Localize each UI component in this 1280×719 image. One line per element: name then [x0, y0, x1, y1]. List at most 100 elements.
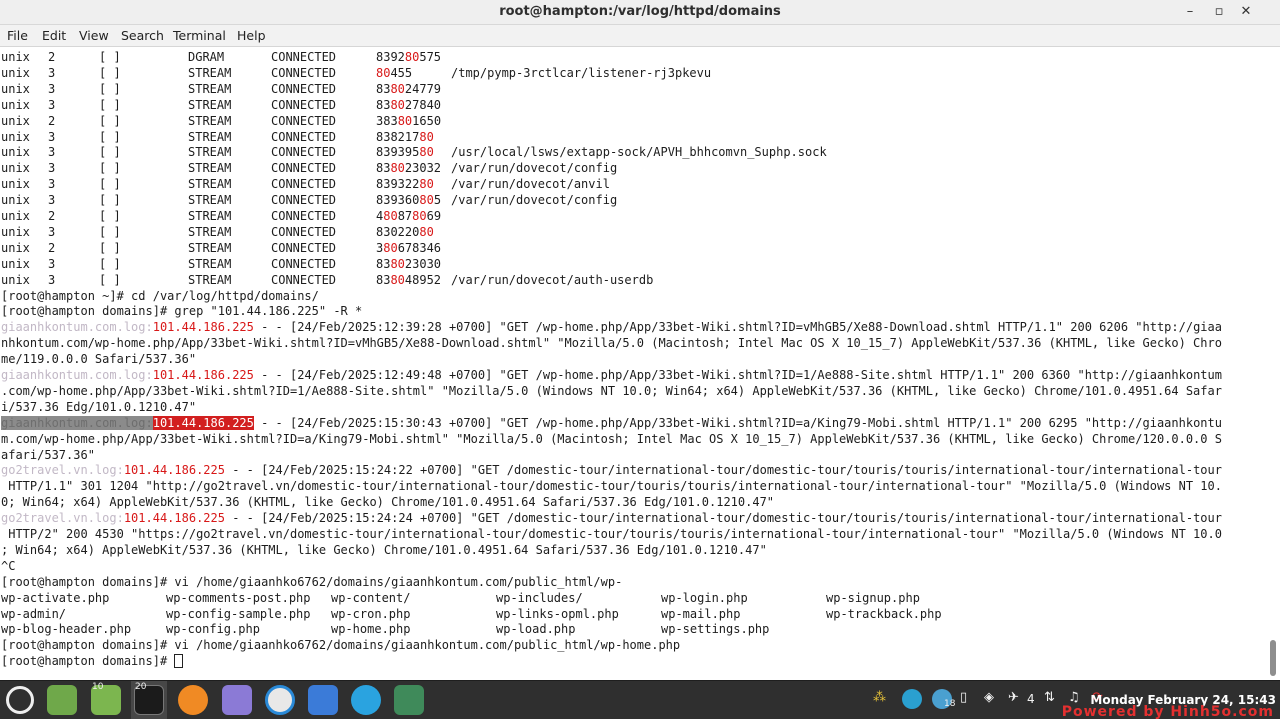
menu-help[interactable]: Help — [237, 28, 266, 43]
socket-flags: [ ] — [99, 273, 121, 287]
socket-flags: [ ] — [99, 161, 121, 175]
completion-item: wp-cron.php — [331, 607, 411, 621]
minimize-button[interactable]: – — [1180, 2, 1200, 22]
socket-type: STREAM — [188, 82, 232, 96]
socket-proto: unix — [1, 130, 30, 144]
grep-match: 80 — [419, 225, 434, 239]
maximize-button[interactable]: ▫ — [1209, 2, 1229, 22]
socket-refcnt: 2 — [48, 50, 56, 64]
inode-part: 455 — [390, 66, 413, 80]
mail-icon[interactable] — [308, 685, 338, 715]
completion-row: wp-blog-header.php wp-config.php wp-home.p… — [1, 621, 1271, 637]
text-editor-icon[interactable] — [222, 685, 252, 715]
current-prompt: [root@hampton domains]# — [1, 653, 184, 669]
socket-state: CONNECTED — [271, 98, 337, 112]
socket-proto: unix — [1, 241, 30, 255]
inode-part: 83 — [376, 98, 391, 112]
terminal-scrollbar[interactable] — [1270, 640, 1276, 676]
socket-state: CONNECTED — [271, 177, 337, 191]
terminal-cursor[interactable] — [174, 654, 184, 668]
socket-type: STREAM — [188, 161, 232, 175]
log-line: 0; Win64; x64) AppleWebKit/537.36 (KHTML… — [1, 494, 774, 510]
teamviewer-icon[interactable] — [265, 685, 295, 715]
socket-proto: unix — [1, 273, 30, 287]
log-line: m.com/wp-home.php/App/33bet-Wiki.shtml?I… — [1, 431, 1222, 447]
completion-item: wp-trackback.php — [826, 607, 942, 621]
socket-type: STREAM — [188, 257, 232, 271]
teamviewer-tray-icon[interactable] — [902, 689, 922, 709]
socket-state: CONNECTED — [271, 225, 337, 239]
completion-item: wp-settings.php — [661, 622, 770, 636]
log-line: giaanhkontum.com.log:101.44.186.225 - - … — [1, 415, 1222, 431]
menu-terminal[interactable]: Terminal — [173, 28, 226, 43]
inode-part: 1650 — [412, 114, 442, 128]
socket-refcnt: 3 — [48, 225, 56, 239]
netstat-row: unix 2 [ ] STREAM CONNECTED 383801650 — [1, 113, 1271, 129]
socket-type: STREAM — [188, 209, 232, 223]
completion-item: wp-config-sample.php — [166, 607, 311, 621]
log-text: - - [24/Feb/2025:15:24:24 +0700] "GET /d… — [224, 511, 1222, 525]
music-tray-icon[interactable]: ♫ — [1068, 690, 1080, 705]
firefox-icon[interactable] — [178, 685, 208, 715]
grep-match: 80 — [390, 273, 405, 287]
telegram-icon[interactable] — [351, 685, 381, 715]
log-text: - - [24/Feb/2025:15:24:22 +0700] "GET /d… — [224, 463, 1222, 477]
weather-temp: 18 — [944, 699, 956, 709]
socket-type: STREAM — [188, 193, 232, 207]
completion-item: wp-signup.php — [826, 591, 920, 605]
terminal-output[interactable]: unix 2[ ] DGRAM CONNECTED 839280575 unix 3[ ] S… — [0, 47, 1280, 680]
log-line: go2travel.vn.log:101.44.186.225 - - [24/… — [1, 462, 1222, 478]
inode-part: 383 — [376, 114, 398, 128]
socket-path: /var/run/dovecot/config — [451, 161, 618, 175]
menu-file[interactable]: File — [7, 28, 28, 43]
log-text: 0; Win64; x64) AppleWebKit/537.36 (KHTML… — [1, 495, 775, 509]
completion-item: wp-blog-header.php — [1, 622, 132, 636]
socket-inode: 83932280 — [376, 176, 434, 192]
socket-path: /tmp/pymp-3rctlcar/listener-rj3pkevu — [451, 66, 712, 80]
show-desktop-icon[interactable] — [47, 685, 77, 715]
inode-part: 83 — [376, 273, 391, 287]
log-text: - - [24/Feb/2025:12:49:48 +0700] "GET /w… — [253, 368, 1222, 382]
socket-state: CONNECTED — [271, 257, 337, 271]
grep-match: 80 — [412, 209, 427, 223]
nqq-icon[interactable] — [394, 685, 424, 715]
notification-tray-icon[interactable]: ✈ — [1008, 690, 1019, 705]
network-tray-icon[interactable]: ⁂ — [873, 690, 886, 705]
grep-match: 80 — [383, 241, 398, 255]
socket-flags: [ ] — [99, 50, 121, 64]
mint-menu-icon[interactable] — [6, 686, 34, 714]
close-button[interactable]: ✕ — [1236, 2, 1256, 22]
socket-refcnt: 3 — [48, 257, 56, 271]
socket-state: CONNECTED — [271, 66, 337, 80]
menu-edit[interactable]: Edit — [42, 28, 66, 43]
netstat-row: unix 3 [ ] STREAM CONNECTED 80455/tmp/pymp-3r… — [1, 65, 1271, 81]
log-line: nhkontum.com/wp-home.php/App/33bet-Wiki.… — [1, 335, 1222, 351]
inode-part: 838217 — [376, 130, 420, 144]
menu-view[interactable]: View — [79, 28, 109, 43]
shield-tray-icon[interactable]: ◈ — [984, 690, 994, 705]
socket-flags: [ ] — [99, 98, 121, 112]
socket-proto: unix — [1, 257, 30, 271]
inode-part: 83 — [376, 82, 391, 96]
grep-match: 80 — [419, 145, 434, 159]
socket-state: CONNECTED — [271, 114, 337, 128]
socket-proto: unix — [1, 209, 30, 223]
socket-type: STREAM — [188, 66, 232, 80]
socket-inode: 838024779 — [376, 81, 441, 97]
log-text: HTTP/2" 200 4530 "https://go2travel.vn/d… — [1, 527, 1222, 541]
files-window-count: 10 — [92, 682, 104, 692]
inode-part: 48952 — [404, 273, 442, 287]
inode-part: 69 — [426, 209, 442, 223]
menu-search[interactable]: Search — [121, 28, 164, 43]
window-titlebar[interactable]: root@hampton:/var/log/httpd/domains – ▫ … — [0, 0, 1280, 25]
socket-proto: unix — [1, 177, 30, 191]
socket-type: STREAM — [188, 114, 232, 128]
inode-part: 5 — [433, 193, 442, 207]
network-wired-icon[interactable]: ⇅ — [1044, 690, 1055, 705]
log-ip-match: 101.44.186.225 — [152, 320, 254, 334]
socket-proto: unix — [1, 225, 30, 239]
log-text: nhkontum.com/wp-home.php/App/33bet-Wiki.… — [1, 336, 1222, 350]
socket-inode: 83821780 — [376, 129, 434, 145]
socket-state: CONNECTED — [271, 130, 337, 144]
clipboard-tray-icon[interactable]: ▯ — [960, 690, 967, 705]
